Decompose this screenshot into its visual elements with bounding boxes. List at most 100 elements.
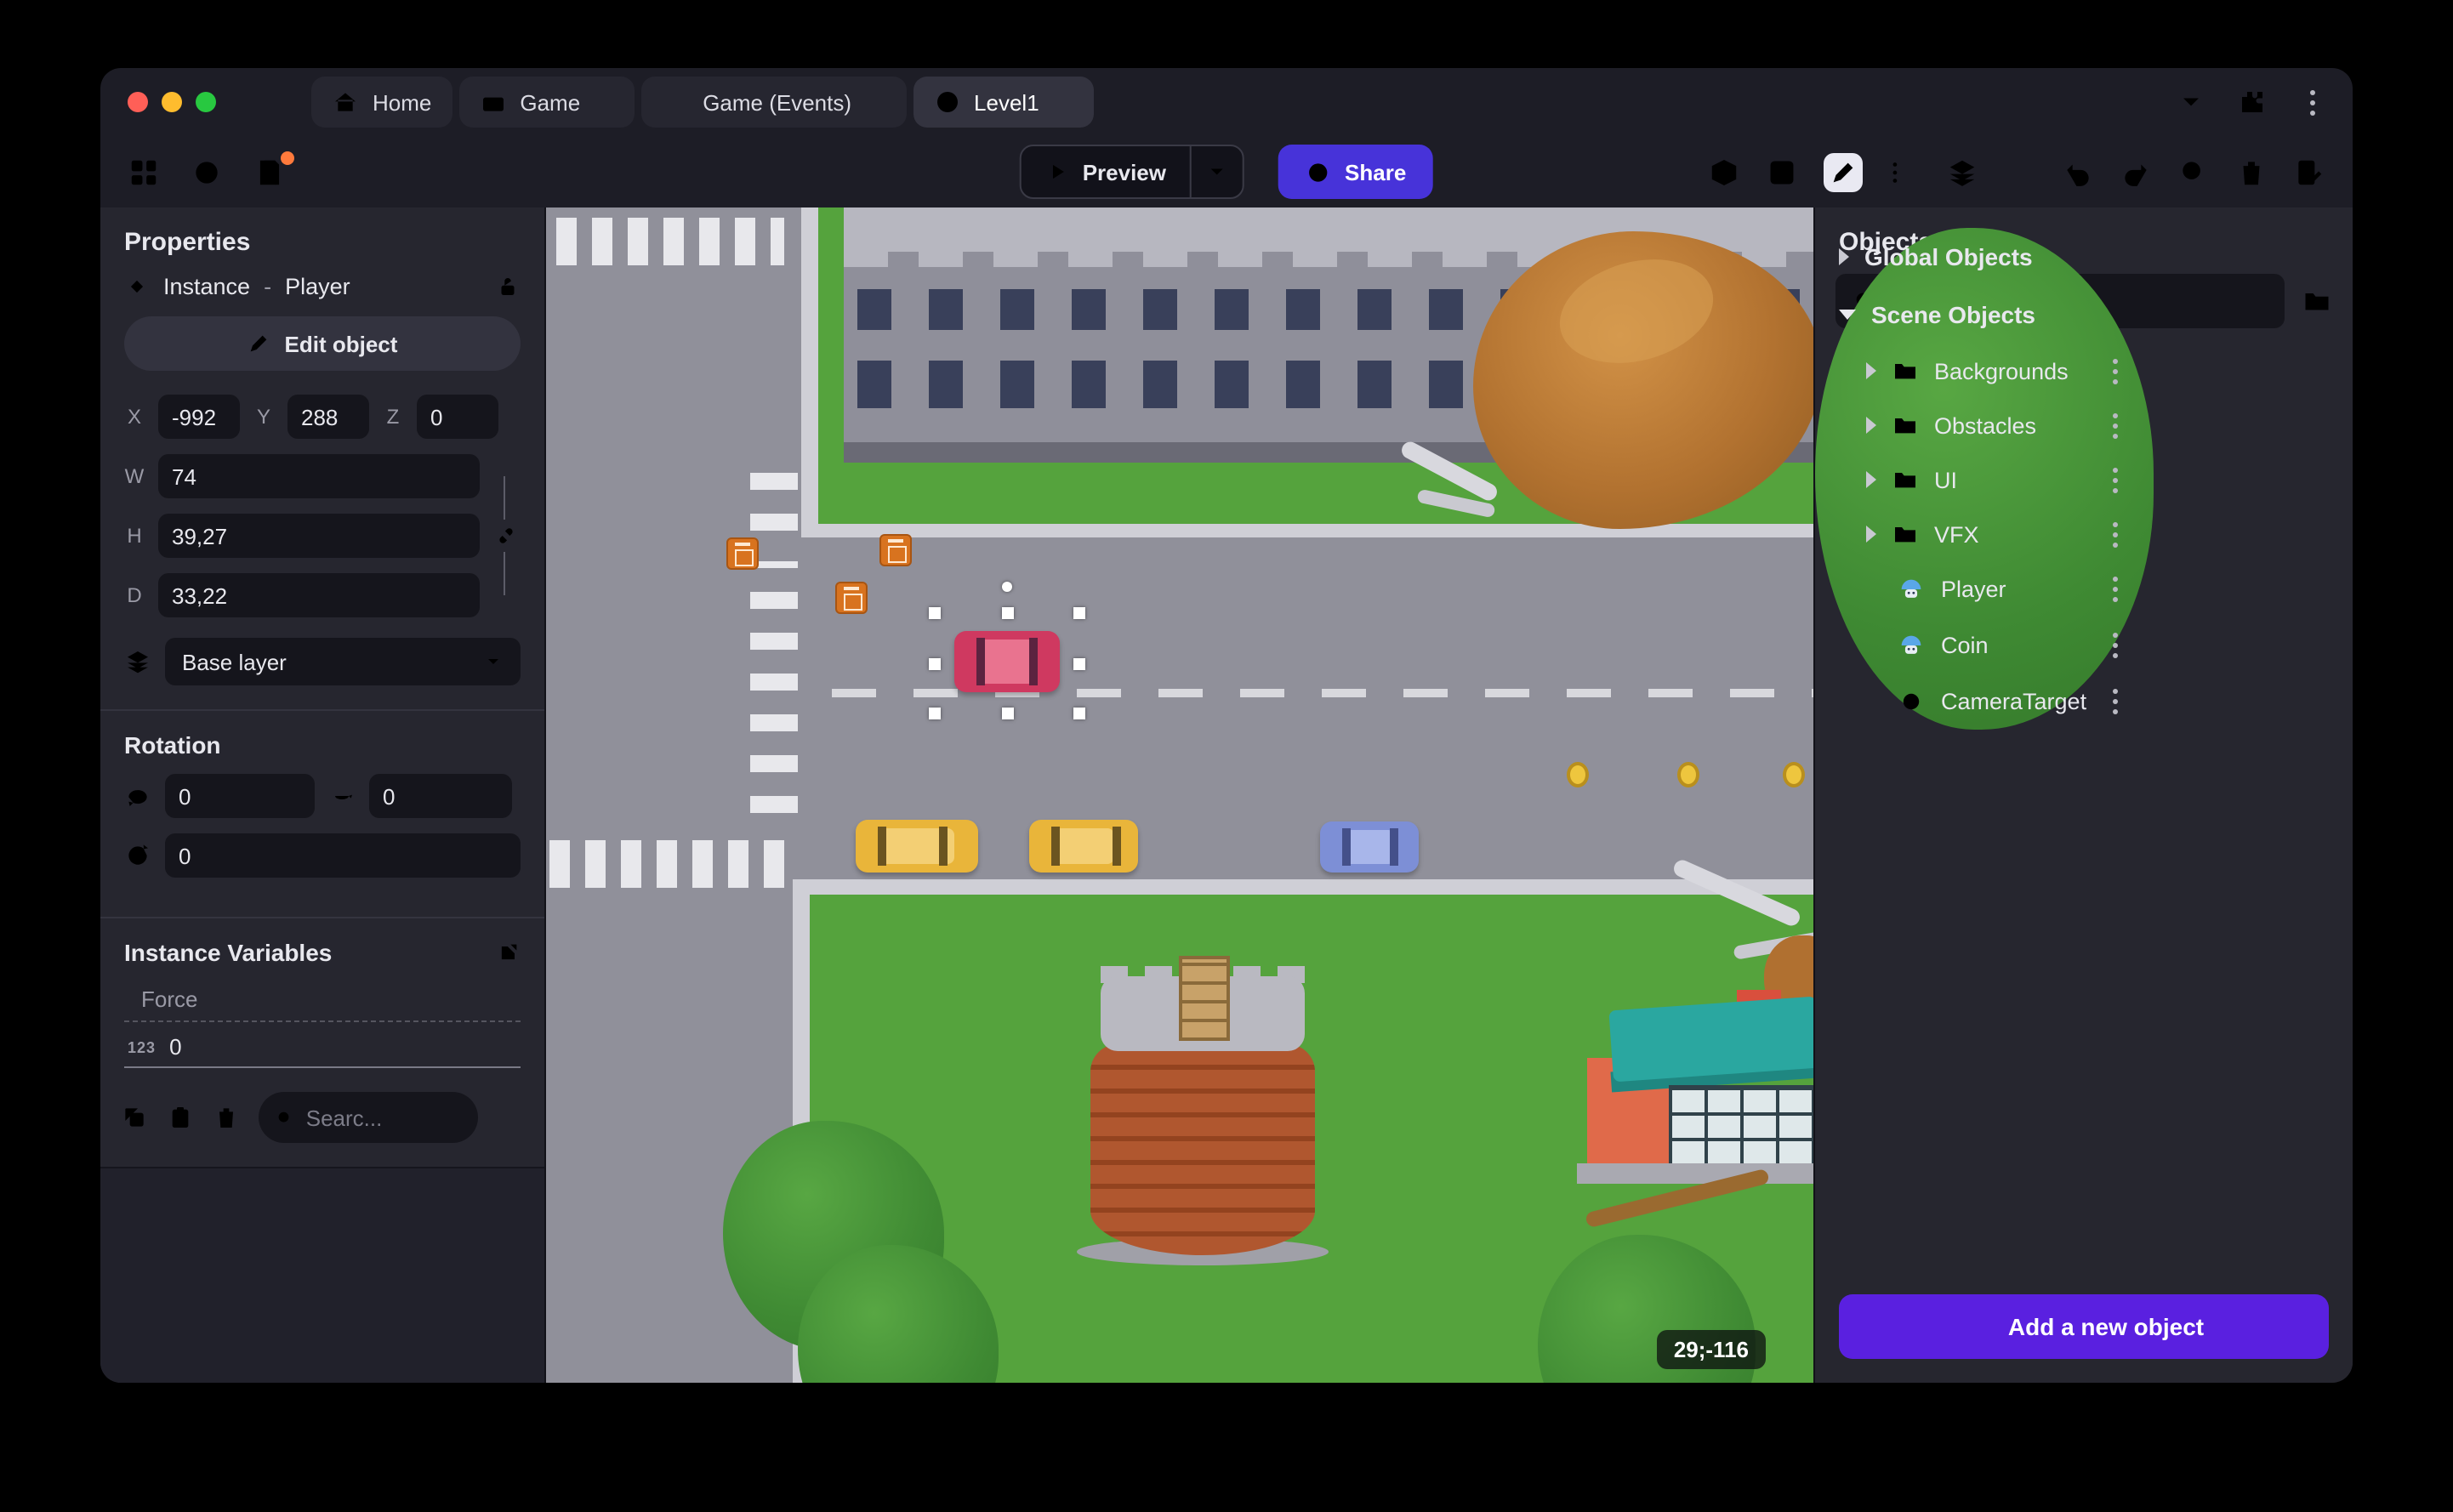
rotation-z-input[interactable] [165,833,521,878]
kebab-menu-icon[interactable] [2102,412,2129,439]
layer-select[interactable]: Base layer [165,638,521,685]
open-variables-editor-icon[interactable] [497,941,521,964]
coin-instance[interactable] [1677,762,1699,787]
edit-tool-active[interactable] [1824,152,1863,191]
close-tab-icon[interactable] [1053,92,1073,112]
zoom-in-icon[interactable] [2177,156,2210,188]
save-button[interactable] [253,151,294,188]
redo-icon[interactable] [2120,156,2152,188]
shop-building-instance[interactable] [1608,996,1813,1083]
chevron-down-icon [1205,160,1229,184]
variable-value-row[interactable]: 123 0 [124,1022,521,1068]
coin-instance[interactable] [1567,762,1589,787]
add-variable-icon[interactable] [497,1104,524,1131]
folder-row-vfx[interactable]: VFX [1815,507,2153,561]
3d-view-icon[interactable] [1708,156,1740,188]
kebab-menu-icon[interactable] [2102,466,2129,493]
z-input[interactable] [417,395,498,439]
selection-handle[interactable] [929,708,941,719]
zoom-window-button[interactable] [196,92,216,112]
depth-input[interactable] [158,573,480,617]
scene-canvas[interactable]: 29;-116 [546,207,1813,1383]
close-tab-icon[interactable] [594,92,614,112]
add-folder-icon[interactable] [2302,286,2332,316]
folder-row-obstacles[interactable]: Obstacles [1815,398,2153,452]
x-input[interactable] [158,395,240,439]
kebab-menu-icon[interactable] [2102,576,2129,603]
grid-icon[interactable] [2004,156,2036,188]
close-tab-icon[interactable] [865,92,885,112]
coin-instance[interactable] [1783,762,1805,787]
preview-button-main[interactable]: Preview [1022,159,1190,185]
objects-dice-icon[interactable] [1766,156,1798,188]
scene-objects-section[interactable]: Scene Objects [1815,286,2153,344]
add-new-object-button[interactable]: Add a new object [1839,1294,2329,1359]
global-objects-section[interactable]: Global Objects [1815,228,2153,286]
selection-handle[interactable] [929,607,941,619]
object-row-player[interactable]: Player [1815,561,2153,617]
panels-layout-icon[interactable] [128,156,160,188]
variable-name[interactable]: Force [124,976,521,1022]
variables-search-field[interactable] [259,1092,478,1143]
paste-icon[interactable] [167,1104,194,1131]
edit-object-button[interactable]: Edit object [124,316,521,371]
variables-search-input[interactable] [305,1105,461,1130]
hamburger-menu-icon[interactable] [247,85,281,119]
share-button[interactable]: Share [1278,145,1434,199]
folder-row-backgrounds[interactable]: Backgrounds [1815,344,2153,398]
y-input[interactable] [287,395,369,439]
kebab-menu-icon[interactable] [2102,357,2129,384]
lock-icon[interactable] [495,274,521,299]
selection-handle[interactable] [1073,607,1085,619]
copy-icon[interactable] [121,1104,148,1131]
folder-label: UI [1934,467,1957,492]
layers-icon[interactable] [1946,156,1978,188]
blue-car-instance[interactable] [1320,821,1419,873]
preview-label: Preview [1082,159,1167,185]
crate-instance[interactable] [879,534,912,566]
preview-options-button[interactable] [1192,160,1243,184]
tab-game[interactable]: Game [458,77,635,128]
kebab-menu-icon[interactable] [2102,632,2129,659]
selection-handle[interactable] [1002,708,1014,719]
kebab-menu-icon[interactable] [2102,520,2129,548]
width-input[interactable] [158,454,480,498]
selection-handle[interactable] [1073,658,1085,670]
close-properties-icon[interactable] [497,230,521,254]
selection-handle[interactable] [929,658,941,670]
selection-handle[interactable] [1073,708,1085,719]
properties-list-icon[interactable] [1888,156,1921,188]
history-icon[interactable] [191,156,223,188]
undo-icon[interactable] [2062,156,2094,188]
tab-home[interactable]: Home [311,77,452,128]
close-objects-icon[interactable] [2305,230,2329,254]
selection-box[interactable] [929,582,1085,719]
tab-level1[interactable]: Level1 [913,77,1094,128]
folder-row-ui[interactable]: UI [1815,452,2153,507]
delete-icon[interactable] [2235,156,2268,188]
crate-instance[interactable] [835,582,868,614]
close-window-button[interactable] [128,92,148,112]
link-dimensions-icon[interactable] [495,520,517,552]
kebab-menu-icon[interactable] [2102,688,2129,715]
trash-icon[interactable] [213,1104,240,1131]
rotation-x-input[interactable] [165,774,315,818]
minimize-window-button[interactable] [162,92,182,112]
edit-scene-properties-icon[interactable] [2293,156,2325,188]
object-row-cameratarget[interactable]: CameraTarget [1815,674,2153,730]
rotation-handle[interactable] [1002,582,1012,592]
rotation-y-input[interactable] [369,774,512,818]
yellow-car-instance[interactable] [856,820,978,873]
tab-game-events[interactable]: Game (Events) [641,77,907,128]
object-row-coin[interactable]: Coin [1815,617,2153,674]
crosswalk-left-upper [750,473,798,531]
preview-button[interactable]: Preview [1019,145,1245,199]
height-input[interactable] [158,514,480,558]
tower-instance[interactable] [1090,1044,1315,1255]
yellow-car-instance[interactable] [1029,820,1138,873]
chevron-down-icon[interactable] [2176,87,2206,117]
more-options-icon[interactable] [2298,88,2325,116]
extensions-icon[interactable] [2237,87,2268,117]
selection-handle[interactable] [1002,607,1014,619]
crate-instance[interactable] [726,537,759,570]
